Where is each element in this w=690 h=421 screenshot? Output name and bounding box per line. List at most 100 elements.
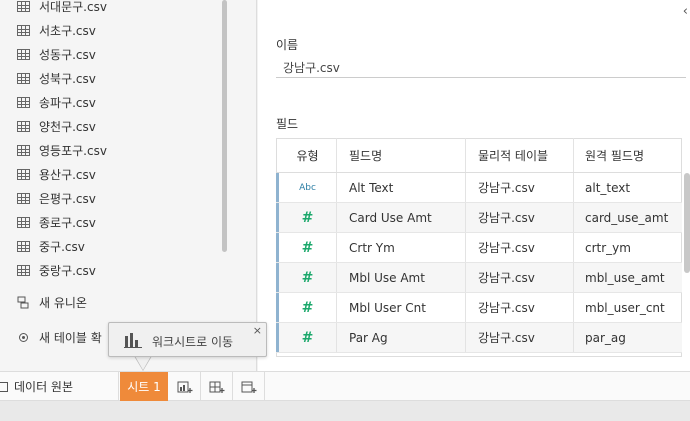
file-item[interactable]: 용산구.csv — [17, 163, 96, 185]
file-item[interactable]: 성북구.csv — [17, 67, 96, 89]
file-item[interactable]: 중구.csv — [17, 235, 85, 257]
file-label: 송파구.csv — [39, 95, 96, 110]
new-table-extension-label: 새 테이블 확 — [39, 331, 102, 345]
file-label: 중랑구.csv — [39, 263, 96, 278]
file-item[interactable]: 양천구.csv — [17, 115, 96, 137]
tooltip-text: 워크시트로 이동 — [152, 335, 234, 349]
remote-field-name-cell: card_use_amt — [573, 203, 682, 232]
file-item[interactable]: 중랑구.csv — [17, 259, 96, 281]
table-icon — [17, 24, 30, 36]
table-icon — [17, 144, 30, 156]
remote-field-name-cell: crtr_ym — [573, 233, 682, 262]
union-icon — [17, 296, 29, 309]
fields-label: 필드 — [276, 117, 299, 131]
details-panel: ‹ 이름 강남구.csv 필드 유형 필드명 물리적 테이블 원격 필드명 Ab… — [258, 0, 690, 371]
file-label: 용산구.csv — [39, 167, 96, 182]
remote-field-name-cell: mbl_user_cnt — [573, 293, 682, 322]
file-label: 은평구.csv — [39, 191, 96, 206]
table-row[interactable]: Abc Alt Text 강남구.csv alt_text — [276, 173, 682, 203]
header-physical-table[interactable]: 물리적 테이블 — [465, 138, 573, 172]
table-icon — [17, 240, 30, 252]
field-name-cell[interactable]: Par Ag — [336, 323, 465, 352]
data-source-icon — [0, 381, 8, 392]
header-field-name[interactable]: 필드명 — [336, 138, 465, 172]
number-type-icon: # — [301, 299, 314, 316]
number-type-icon: # — [301, 239, 314, 256]
table-row[interactable]: # Crtr Ym 강남구.csv crtr_ym — [276, 233, 682, 263]
file-item[interactable]: 은평구.csv — [17, 187, 96, 209]
string-type-icon: Abc — [299, 182, 316, 193]
tooltip-close-icon[interactable]: × — [253, 324, 262, 337]
new-worksheet-button[interactable] — [169, 372, 201, 401]
sheet-tab[interactable]: 시트 1 — [120, 372, 168, 401]
physical-table-cell: 강남구.csv — [465, 173, 573, 202]
type-cell[interactable]: # — [279, 263, 336, 292]
table-icon — [17, 216, 30, 228]
file-label: 서초구.csv — [39, 23, 96, 38]
file-label: 중구.csv — [39, 239, 85, 254]
sheet-tab-label: 시트 1 — [127, 380, 161, 394]
collapse-chevron-icon[interactable]: ‹ — [683, 4, 688, 19]
table-row[interactable]: # Mbl User Cnt 강남구.csv mbl_user_cnt — [276, 293, 682, 323]
table-icon — [17, 72, 30, 84]
data-source-tab[interactable]: 데이터 원본 — [0, 372, 119, 401]
file-label: 성북구.csv — [39, 71, 96, 86]
type-cell[interactable]: # — [279, 293, 336, 322]
new-story-button[interactable] — [233, 372, 265, 401]
file-label: 영등포구.csv — [39, 143, 107, 158]
file-item[interactable]: 성동구.csv — [17, 43, 96, 65]
header-remote-field-name[interactable]: 원격 필드명 — [573, 138, 682, 172]
file-label: 성동구.csv — [39, 47, 96, 62]
remote-field-name-cell: alt_text — [573, 173, 682, 202]
sheet-tab-bar: 데이터 원본 시트 1 — [0, 371, 690, 401]
go-to-worksheet-tooltip[interactable]: 워크시트로 이동 × — [108, 322, 267, 357]
physical-table-cell: 강남구.csv — [465, 233, 573, 262]
new-union-button[interactable]: 새 유니온 — [17, 294, 87, 311]
sidebar-scrollbar[interactable] — [222, 0, 227, 252]
file-item[interactable]: 영등포구.csv — [17, 139, 107, 161]
table-icon — [17, 168, 30, 180]
field-name-cell[interactable]: Mbl Use Amt — [336, 263, 465, 292]
physical-table-cell: 강남구.csv — [465, 263, 573, 292]
table-icon — [17, 48, 30, 60]
number-type-icon: # — [301, 269, 314, 286]
type-cell[interactable]: # — [279, 323, 336, 352]
name-field[interactable]: 강남구.csv — [276, 59, 686, 78]
type-cell[interactable]: # — [279, 233, 336, 262]
table-scrollbar[interactable] — [684, 173, 690, 273]
file-label: 종로구.csv — [39, 215, 96, 230]
header-type[interactable]: 유형 — [279, 138, 336, 172]
data-source-label: 데이터 원본 — [14, 380, 74, 394]
table-header-row: 유형 필드명 물리적 테이블 원격 필드명 — [276, 138, 682, 173]
table-row[interactable]: # Par Ag 강남구.csv par_ag — [276, 323, 682, 353]
field-name-cell[interactable]: Alt Text — [336, 173, 465, 202]
table-row[interactable]: # Card Use Amt 강남구.csv card_use_amt — [276, 203, 682, 233]
table-row[interactable]: # Mbl Use Amt 강남구.csv mbl_use_amt — [276, 263, 682, 293]
file-item[interactable]: 송파구.csv — [17, 91, 96, 113]
bar-chart-icon — [124, 333, 142, 348]
remote-field-name-cell: mbl_use_amt — [573, 263, 682, 292]
file-item[interactable]: 종로구.csv — [17, 211, 96, 233]
type-cell[interactable]: Abc — [279, 173, 336, 202]
file-label: 양천구.csv — [39, 119, 96, 134]
file-item[interactable]: 서대문구.csv — [17, 0, 107, 17]
field-name-cell[interactable]: Crtr Ym — [336, 233, 465, 262]
tooltip-arrow-fill — [135, 356, 151, 370]
file-label: 서대문구.csv — [39, 0, 107, 14]
table-icon — [17, 0, 30, 12]
status-bar — [0, 401, 690, 421]
type-cell[interactable]: # — [279, 203, 336, 232]
field-name-cell[interactable]: Mbl User Cnt — [336, 293, 465, 322]
new-dashboard-button[interactable] — [201, 372, 233, 401]
number-type-icon: # — [301, 329, 314, 346]
file-item[interactable]: 서초구.csv — [17, 19, 96, 41]
new-union-label: 새 유니온 — [39, 296, 87, 310]
new-table-extension-button[interactable]: 새 테이블 확 — [17, 329, 102, 346]
table-icon — [17, 192, 30, 204]
table-icon — [17, 120, 30, 132]
physical-table-cell: 강남구.csv — [465, 323, 573, 352]
table-icon — [17, 264, 30, 276]
number-type-icon: # — [301, 209, 314, 226]
field-name-cell[interactable]: Card Use Amt — [336, 203, 465, 232]
connections-sidebar: 서대문구.csv 서초구.csv 성동구.csv 성북구.csv 송파구.csv… — [0, 0, 257, 371]
